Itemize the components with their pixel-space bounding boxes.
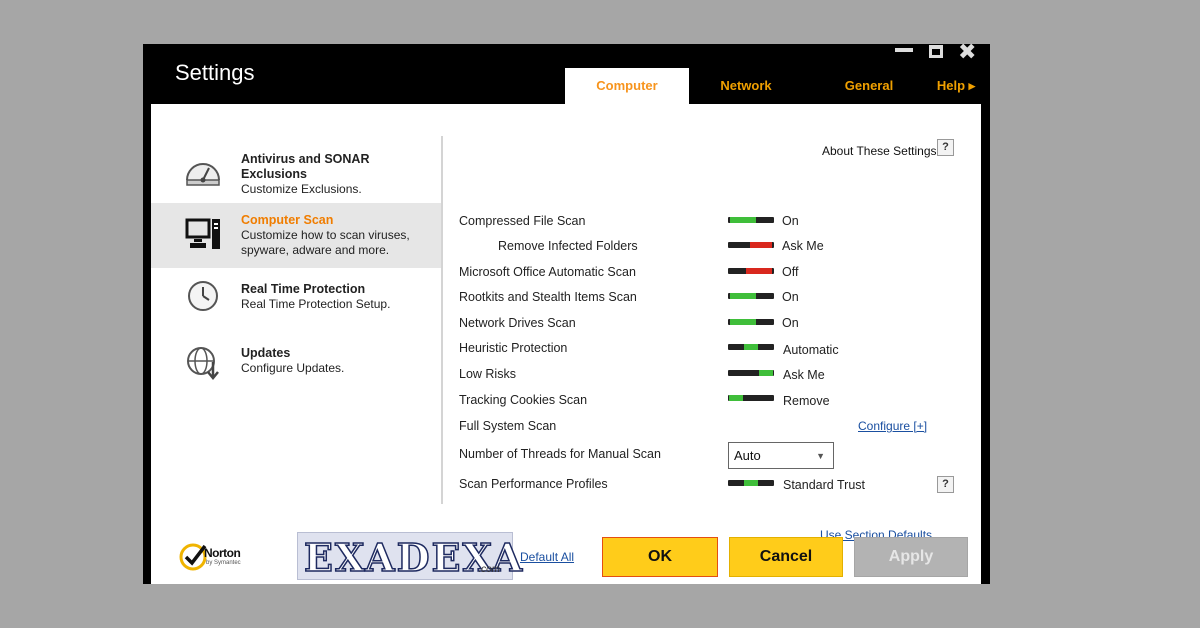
setting-value: On bbox=[782, 290, 799, 304]
apply-button[interactable]: Apply bbox=[854, 537, 968, 577]
scan-performance-slider[interactable] bbox=[728, 480, 774, 486]
heuristic-protection-slider[interactable] bbox=[728, 344, 774, 350]
brand-name: Norton bbox=[204, 546, 241, 560]
setting-value: Ask Me bbox=[783, 368, 825, 382]
setting-value: On bbox=[782, 316, 799, 330]
cancel-button[interactable]: Cancel bbox=[729, 537, 843, 577]
sidebar-item-title: Antivirus and SONAR Exclusions bbox=[241, 152, 370, 181]
setting-label: Low Risks bbox=[459, 367, 516, 381]
watermark-sub: .com bbox=[478, 564, 500, 575]
maximize-button[interactable] bbox=[929, 45, 943, 58]
computer-icon bbox=[185, 218, 220, 249]
setting-label: Rootkits and Stealth Items Scan bbox=[459, 290, 637, 304]
minimize-button[interactable] bbox=[895, 48, 913, 52]
setting-label: Compressed File Scan bbox=[459, 214, 586, 228]
setting-value: Ask Me bbox=[782, 239, 824, 253]
sidebar-item-real-time-protection[interactable]: Real Time Protection Real Time Protectio… bbox=[151, 281, 441, 332]
threads-select[interactable]: Auto ▼ bbox=[728, 442, 834, 469]
settings-sidebar: Antivirus and SONAR Exclusions Customize… bbox=[151, 136, 441, 504]
sidebar-item-title: Computer Scan bbox=[241, 213, 334, 227]
about-settings-label: About These Settings bbox=[822, 144, 937, 158]
brand-sub: by Symantec bbox=[206, 560, 241, 566]
configure-full-scan-link[interactable]: Configure [+] bbox=[858, 419, 927, 433]
sidebar-divider bbox=[441, 136, 443, 504]
sidebar-item-desc: Customize Exclusions. bbox=[241, 182, 362, 196]
setting-label: Heuristic Protection bbox=[459, 341, 568, 355]
low-risks-slider[interactable] bbox=[728, 370, 774, 376]
setting-label: Tracking Cookies Scan bbox=[459, 393, 588, 407]
setting-value: Automatic bbox=[783, 343, 839, 357]
threads-select-value: Auto bbox=[734, 448, 761, 463]
watermark-logo: EXADEXA .com bbox=[297, 532, 523, 581]
office-automatic-scan-toggle[interactable] bbox=[728, 268, 774, 274]
setting-label: Full System Scan bbox=[459, 419, 557, 433]
ok-button[interactable]: OK bbox=[602, 537, 718, 577]
clock-icon bbox=[188, 281, 218, 311]
setting-value: Remove bbox=[783, 394, 830, 408]
setting-label: Number of Threads for Manual Scan bbox=[459, 447, 661, 461]
sidebar-item-desc: Customize how to scan viruses, spyware, … bbox=[241, 228, 410, 257]
rootkits-scan-toggle[interactable] bbox=[728, 293, 774, 299]
tab-general[interactable]: General bbox=[819, 68, 919, 104]
scan-profiles-help-button[interactable]: ? bbox=[937, 476, 954, 493]
settings-window: Settings ✖ Computer Network General Help… bbox=[143, 40, 990, 584]
sidebar-item-title: Real Time Protection bbox=[241, 282, 366, 296]
sidebar-item-exclusions[interactable]: Antivirus and SONAR Exclusions Customize… bbox=[151, 146, 441, 196]
compressed-file-scan-toggle[interactable] bbox=[728, 217, 774, 223]
norton-logo: Norton by Symantec bbox=[179, 542, 259, 572]
globe-download-icon bbox=[187, 347, 219, 380]
tracking-cookies-slider[interactable] bbox=[728, 395, 774, 401]
chevron-down-icon: ▼ bbox=[816, 451, 825, 461]
setting-value: Standard Trust bbox=[783, 478, 865, 492]
about-help-button[interactable]: ? bbox=[937, 139, 954, 156]
sidebar-item-updates[interactable]: Updates Configure Updates. bbox=[151, 346, 441, 396]
settings-content: Antivirus and SONAR Exclusions Customize… bbox=[151, 104, 981, 584]
sidebar-item-title: Updates bbox=[241, 346, 291, 360]
sidebar-item-desc: Configure Updates. bbox=[241, 361, 345, 375]
sidebar-item-computer-scan[interactable]: Computer Scan Customize how to scan viru… bbox=[151, 203, 441, 268]
tab-help[interactable]: Help ▸ bbox=[927, 68, 985, 104]
setting-label: Network Drives Scan bbox=[459, 316, 576, 330]
gauge-icon bbox=[186, 163, 220, 186]
tab-computer[interactable]: Computer bbox=[565, 68, 689, 104]
tab-network[interactable]: Network bbox=[701, 68, 791, 104]
remove-infected-folders-toggle[interactable] bbox=[728, 242, 774, 248]
setting-value: On bbox=[782, 214, 799, 228]
network-drives-scan-toggle[interactable] bbox=[728, 319, 774, 325]
default-all-link[interactable]: Default All bbox=[520, 550, 574, 564]
setting-label: Scan Performance Profiles bbox=[459, 477, 608, 491]
setting-label: Remove Infected Folders bbox=[498, 239, 638, 253]
sidebar-item-desc: Real Time Protection Setup. bbox=[241, 297, 391, 311]
setting-label: Microsoft Office Automatic Scan bbox=[459, 265, 636, 279]
setting-value: Off bbox=[782, 265, 799, 279]
close-button[interactable]: ✖ bbox=[958, 40, 976, 65]
window-title: Settings bbox=[175, 60, 255, 85]
